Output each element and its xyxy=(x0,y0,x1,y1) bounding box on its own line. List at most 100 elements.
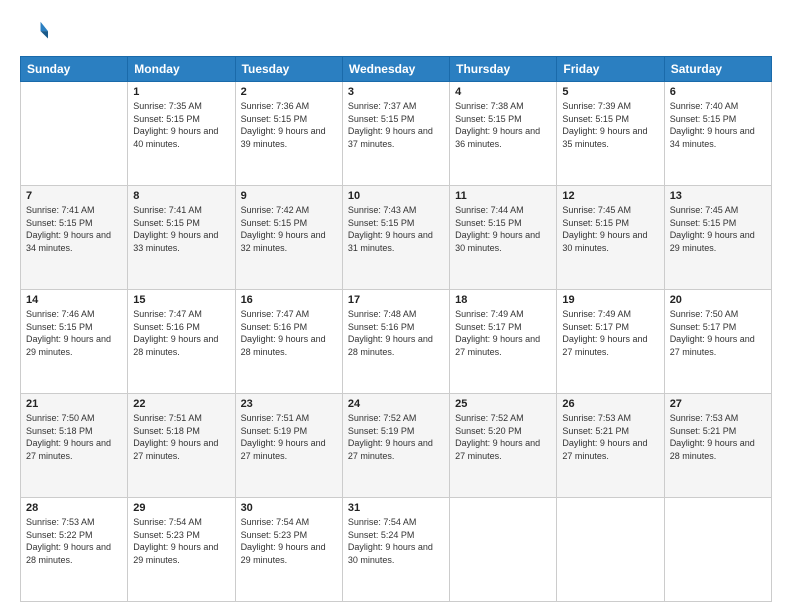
day-number: 16 xyxy=(241,294,337,306)
day-number: 31 xyxy=(348,502,444,514)
calendar-cell: 9 Sunrise: 7:42 AMSunset: 5:15 PMDaylight… xyxy=(235,186,342,290)
header-day-wednesday: Wednesday xyxy=(342,57,449,82)
day-number: 23 xyxy=(241,398,337,410)
day-info: Sunrise: 7:42 AMSunset: 5:15 PMDaylight:… xyxy=(241,204,337,254)
day-number: 27 xyxy=(670,398,766,410)
day-number: 26 xyxy=(562,398,658,410)
calendar-cell: 25Sunrise: 7:52 AMSunset: 5:20 PMDayligh… xyxy=(450,394,557,498)
day-number: 19 xyxy=(562,294,658,306)
calendar-cell: 8 Sunrise: 7:41 AMSunset: 5:15 PMDaylight… xyxy=(128,186,235,290)
day-number: 29 xyxy=(133,502,229,514)
logo-icon xyxy=(20,18,48,46)
day-info: Sunrise: 7:48 AMSunset: 5:16 PMDaylight:… xyxy=(348,308,444,358)
day-number: 18 xyxy=(455,294,551,306)
calendar-cell xyxy=(664,498,771,602)
day-number: 28 xyxy=(26,502,122,514)
day-info: Sunrise: 7:53 AMSunset: 5:21 PMDaylight:… xyxy=(562,412,658,462)
day-number: 9 xyxy=(241,190,337,202)
day-info: Sunrise: 7:51 AMSunset: 5:18 PMDaylight:… xyxy=(133,412,229,462)
calendar-cell: 29 Sunrise: 7:54 AMSunset: 5:23 PMDayligh… xyxy=(128,498,235,602)
header-day-friday: Friday xyxy=(557,57,664,82)
calendar-cell: 12 Sunrise: 7:45 AMSunset: 5:15 PMDayligh… xyxy=(557,186,664,290)
calendar-cell: 2Sunrise: 7:36 AMSunset: 5:15 PMDaylight… xyxy=(235,82,342,186)
logo xyxy=(20,18,52,46)
calendar-cell xyxy=(21,82,128,186)
header xyxy=(20,18,772,46)
calendar-cell: 27Sunrise: 7:53 AMSunset: 5:21 PMDayligh… xyxy=(664,394,771,498)
header-day-thursday: Thursday xyxy=(450,57,557,82)
day-info: Sunrise: 7:35 AMSunset: 5:15 PMDaylight:… xyxy=(133,100,229,150)
day-info: Sunrise: 7:50 AMSunset: 5:17 PMDaylight:… xyxy=(670,308,766,358)
day-info: Sunrise: 7:40 AMSunset: 5:15 PMDaylight:… xyxy=(670,100,766,150)
day-number: 1 xyxy=(133,86,229,98)
day-info: Sunrise: 7:47 AMSunset: 5:16 PMDaylight:… xyxy=(133,308,229,358)
day-info: Sunrise: 7:50 AMSunset: 5:18 PMDaylight:… xyxy=(26,412,122,462)
day-info: Sunrise: 7:54 AMSunset: 5:24 PMDaylight:… xyxy=(348,516,444,566)
day-info: Sunrise: 7:39 AMSunset: 5:15 PMDaylight:… xyxy=(562,100,658,150)
calendar-cell: 1 Sunrise: 7:35 AMSunset: 5:15 PMDaylight… xyxy=(128,82,235,186)
day-info: Sunrise: 7:52 AMSunset: 5:20 PMDaylight:… xyxy=(455,412,551,462)
day-info: Sunrise: 7:41 AMSunset: 5:15 PMDaylight:… xyxy=(133,204,229,254)
calendar-cell: 3Sunrise: 7:37 AMSunset: 5:15 PMDaylight… xyxy=(342,82,449,186)
week-row-1: 7 Sunrise: 7:41 AMSunset: 5:15 PMDaylight… xyxy=(21,186,772,290)
day-number: 7 xyxy=(26,190,122,202)
calendar-table: SundayMondayTuesdayWednesdayThursdayFrid… xyxy=(20,56,772,602)
day-info: Sunrise: 7:45 AMSunset: 5:15 PMDaylight:… xyxy=(670,204,766,254)
header-row: SundayMondayTuesdayWednesdayThursdayFrid… xyxy=(21,57,772,82)
day-number: 30 xyxy=(241,502,337,514)
day-info: Sunrise: 7:37 AMSunset: 5:15 PMDaylight:… xyxy=(348,100,444,150)
calendar-cell: 11Sunrise: 7:44 AMSunset: 5:15 PMDayligh… xyxy=(450,186,557,290)
calendar-cell: 21 Sunrise: 7:50 AMSunset: 5:18 PMDayligh… xyxy=(21,394,128,498)
week-row-4: 28 Sunrise: 7:53 AMSunset: 5:22 PMDayligh… xyxy=(21,498,772,602)
calendar-cell: 7 Sunrise: 7:41 AMSunset: 5:15 PMDaylight… xyxy=(21,186,128,290)
calendar-cell: 18 Sunrise: 7:49 AMSunset: 5:17 PMDayligh… xyxy=(450,290,557,394)
calendar-cell: 5 Sunrise: 7:39 AMSunset: 5:15 PMDaylight… xyxy=(557,82,664,186)
calendar-cell: 16 Sunrise: 7:47 AMSunset: 5:16 PMDayligh… xyxy=(235,290,342,394)
day-info: Sunrise: 7:51 AMSunset: 5:19 PMDaylight:… xyxy=(241,412,337,462)
day-info: Sunrise: 7:53 AMSunset: 5:22 PMDaylight:… xyxy=(26,516,122,566)
day-number: 17 xyxy=(348,294,444,306)
day-info: Sunrise: 7:49 AMSunset: 5:17 PMDaylight:… xyxy=(455,308,551,358)
calendar-cell xyxy=(557,498,664,602)
day-info: Sunrise: 7:36 AMSunset: 5:15 PMDaylight:… xyxy=(241,100,337,150)
calendar-cell: 15 Sunrise: 7:47 AMSunset: 5:16 PMDayligh… xyxy=(128,290,235,394)
day-number: 12 xyxy=(562,190,658,202)
day-number: 14 xyxy=(26,294,122,306)
day-info: Sunrise: 7:41 AMSunset: 5:15 PMDaylight:… xyxy=(26,204,122,254)
day-number: 5 xyxy=(562,86,658,98)
day-number: 24 xyxy=(348,398,444,410)
week-row-3: 21 Sunrise: 7:50 AMSunset: 5:18 PMDayligh… xyxy=(21,394,772,498)
day-number: 15 xyxy=(133,294,229,306)
calendar-page: SundayMondayTuesdayWednesdayThursdayFrid… xyxy=(0,0,792,612)
day-info: Sunrise: 7:54 AMSunset: 5:23 PMDaylight:… xyxy=(133,516,229,566)
calendar-header: SundayMondayTuesdayWednesdayThursdayFrid… xyxy=(21,57,772,82)
calendar-cell: 19 Sunrise: 7:49 AMSunset: 5:17 PMDayligh… xyxy=(557,290,664,394)
day-number: 8 xyxy=(133,190,229,202)
calendar-cell: 13 Sunrise: 7:45 AMSunset: 5:15 PMDayligh… xyxy=(664,186,771,290)
day-info: Sunrise: 7:45 AMSunset: 5:15 PMDaylight:… xyxy=(562,204,658,254)
calendar-cell: 30 Sunrise: 7:54 AMSunset: 5:23 PMDayligh… xyxy=(235,498,342,602)
day-info: Sunrise: 7:54 AMSunset: 5:23 PMDaylight:… xyxy=(241,516,337,566)
day-info: Sunrise: 7:47 AMSunset: 5:16 PMDaylight:… xyxy=(241,308,337,358)
day-number: 10 xyxy=(348,190,444,202)
calendar-cell: 26 Sunrise: 7:53 AMSunset: 5:21 PMDayligh… xyxy=(557,394,664,498)
day-number: 13 xyxy=(670,190,766,202)
calendar-cell: 17 Sunrise: 7:48 AMSunset: 5:16 PMDayligh… xyxy=(342,290,449,394)
day-info: Sunrise: 7:44 AMSunset: 5:15 PMDaylight:… xyxy=(455,204,551,254)
header-day-monday: Monday xyxy=(128,57,235,82)
calendar-cell: 28 Sunrise: 7:53 AMSunset: 5:22 PMDayligh… xyxy=(21,498,128,602)
day-info: Sunrise: 7:52 AMSunset: 5:19 PMDaylight:… xyxy=(348,412,444,462)
day-number: 21 xyxy=(26,398,122,410)
calendar-body: 1 Sunrise: 7:35 AMSunset: 5:15 PMDaylight… xyxy=(21,82,772,602)
day-info: Sunrise: 7:49 AMSunset: 5:17 PMDaylight:… xyxy=(562,308,658,358)
calendar-cell: 20Sunrise: 7:50 AMSunset: 5:17 PMDayligh… xyxy=(664,290,771,394)
day-info: Sunrise: 7:46 AMSunset: 5:15 PMDaylight:… xyxy=(26,308,122,358)
header-day-sunday: Sunday xyxy=(21,57,128,82)
week-row-2: 14 Sunrise: 7:46 AMSunset: 5:15 PMDayligh… xyxy=(21,290,772,394)
calendar-cell: 10Sunrise: 7:43 AMSunset: 5:15 PMDayligh… xyxy=(342,186,449,290)
calendar-cell: 22Sunrise: 7:51 AMSunset: 5:18 PMDayligh… xyxy=(128,394,235,498)
calendar-cell xyxy=(450,498,557,602)
header-day-saturday: Saturday xyxy=(664,57,771,82)
day-number: 4 xyxy=(455,86,551,98)
calendar-cell: 23 Sunrise: 7:51 AMSunset: 5:19 PMDayligh… xyxy=(235,394,342,498)
